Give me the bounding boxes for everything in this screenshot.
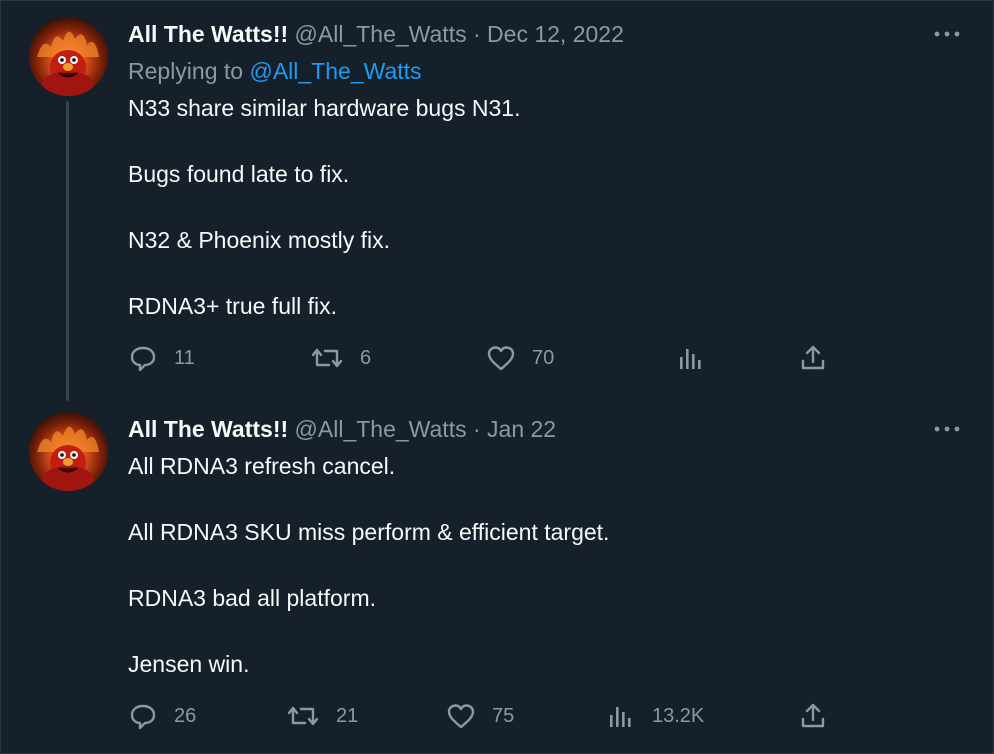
reply-button[interactable]: 11	[128, 343, 195, 373]
retweet-count: 6	[360, 346, 372, 369]
replying-to: Replying to @All_The_Watts	[128, 56, 422, 86]
tweet-text-line: Bugs found late to fix.	[128, 161, 350, 187]
display-name[interactable]: All The Watts!!	[128, 416, 288, 442]
share-button[interactable]	[798, 343, 828, 373]
tweet-actions: 26 21 75 13.2K	[128, 701, 848, 731]
retweet-button[interactable]: 6	[310, 343, 371, 373]
views-button[interactable]: 13.2K	[606, 701, 704, 731]
more-dots-icon[interactable]	[930, 22, 964, 46]
retweet-button[interactable]: 21	[286, 701, 358, 731]
tweet-text-line: RDNA3+ true full fix.	[128, 293, 337, 319]
reply-count: 11	[174, 346, 195, 369]
thread-connector-line	[66, 101, 69, 401]
heart-icon	[487, 346, 515, 371]
user-handle[interactable]: @All_The_Watts	[295, 416, 467, 442]
tweet-text-line: Jensen win.	[128, 651, 250, 677]
tweet-header: All The Watts!! @All_The_Watts · Dec 12,…	[128, 19, 624, 49]
replying-prefix: Replying to	[128, 58, 244, 84]
tweet-date[interactable]: Dec 12, 2022	[487, 21, 624, 47]
separator-dot: ·	[472, 21, 481, 47]
like-count: 70	[532, 346, 555, 369]
tweet-text-line: All RDNA3 SKU miss perform & efficient t…	[128, 519, 610, 545]
flaming-elmo-avatar-image	[29, 412, 108, 491]
tweet-actions: 11 6 70	[128, 343, 848, 373]
like-button[interactable]: 70	[486, 343, 554, 373]
tweet-text: N33 share similar hardware bugs N31. Bug…	[128, 92, 520, 323]
display-name[interactable]: All The Watts!!	[128, 21, 288, 47]
retweet-icon	[287, 706, 319, 726]
views-count: 13.2K	[652, 704, 705, 727]
tweet-1[interactable]: All The Watts!! @All_The_Watts · Dec 12,…	[0, 0, 994, 401]
share-upload-icon	[801, 345, 825, 370]
tweet-header: All The Watts!! @All_The_Watts · Jan 22	[128, 414, 556, 444]
replying-mention-link[interactable]: @All_The_Watts	[249, 58, 421, 84]
user-handle[interactable]: @All_The_Watts	[295, 21, 467, 47]
avatar[interactable]	[29, 17, 108, 96]
tweet-date[interactable]: Jan 22	[487, 416, 556, 442]
share-button[interactable]	[798, 701, 828, 731]
retweet-icon	[311, 348, 343, 368]
reply-bubble-icon	[130, 704, 156, 730]
separator-dot: ·	[472, 416, 481, 442]
reply-button[interactable]: 26	[128, 701, 196, 731]
more-dots-icon[interactable]	[930, 417, 964, 441]
like-count: 75	[492, 704, 515, 727]
retweet-count: 21	[336, 704, 359, 727]
views-button[interactable]	[676, 343, 722, 373]
flaming-elmo-avatar-image	[29, 17, 108, 96]
tweet-text-line: RDNA3 bad all platform.	[128, 585, 376, 611]
heart-icon	[447, 704, 475, 729]
reply-count: 26	[174, 704, 197, 727]
share-upload-icon	[801, 703, 825, 728]
tweet-text: All RDNA3 refresh cancel. All RDNA3 SKU …	[128, 450, 609, 681]
views-bars-icon	[680, 349, 701, 369]
tweet-text-line: N33 share similar hardware bugs N31.	[128, 95, 521, 121]
tweet-text-line: N32 & Phoenix mostly fix.	[128, 227, 391, 253]
avatar[interactable]	[29, 412, 108, 491]
like-button[interactable]: 75	[446, 701, 514, 731]
reply-bubble-icon	[130, 346, 156, 372]
views-bars-icon	[610, 707, 631, 727]
tweet-text-line: All RDNA3 refresh cancel.	[128, 453, 396, 479]
tweet-2[interactable]: All The Watts!! @All_The_Watts · Jan 22 …	[0, 395, 994, 754]
